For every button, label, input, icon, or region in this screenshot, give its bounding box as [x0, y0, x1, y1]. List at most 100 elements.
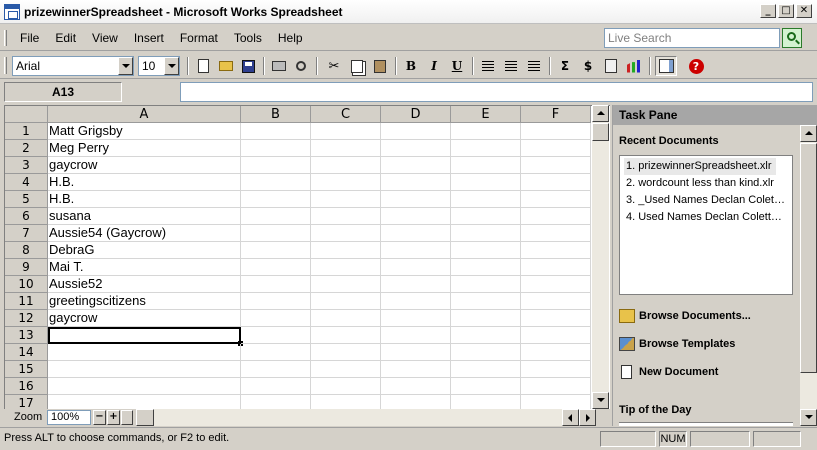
- menu-tools[interactable]: Tools: [226, 31, 270, 45]
- close-button[interactable]: ✕: [796, 4, 812, 18]
- bold-button[interactable]: B: [402, 57, 420, 75]
- table-cell[interactable]: [381, 157, 451, 174]
- underline-button[interactable]: U: [448, 57, 466, 75]
- horizontal-scroll-thumb[interactable]: [136, 409, 154, 426]
- works-spreadsheet-app-icon[interactable]: [4, 3, 20, 20]
- column-header-f[interactable]: F: [521, 106, 591, 123]
- row-header[interactable]: 10: [5, 276, 48, 293]
- table-cell[interactable]: gaycrow: [48, 157, 241, 174]
- browse-templates-link[interactable]: Browse Templates: [619, 337, 735, 351]
- table-cell[interactable]: [311, 378, 381, 395]
- row-header[interactable]: 12: [5, 310, 48, 327]
- recent-document-item[interactable]: 1. prizewinnerSpreadsheet.xlr: [624, 158, 776, 175]
- minimize-button[interactable]: _: [760, 4, 776, 18]
- cell-reference-box[interactable]: A13: [4, 82, 122, 102]
- font-size-select[interactable]: 10: [138, 56, 180, 76]
- table-cell[interactable]: [521, 310, 591, 327]
- easy-calc-button[interactable]: [602, 57, 620, 75]
- table-cell[interactable]: [311, 276, 381, 293]
- table-cell[interactable]: [381, 191, 451, 208]
- table-cell[interactable]: [521, 123, 591, 140]
- new-chart-button[interactable]: [625, 57, 643, 75]
- menu-help[interactable]: Help: [270, 31, 311, 45]
- table-cell[interactable]: [381, 225, 451, 242]
- table-cell[interactable]: [521, 242, 591, 259]
- table-cell[interactable]: [451, 344, 521, 361]
- table-cell[interactable]: [451, 174, 521, 191]
- copy-button[interactable]: [348, 57, 366, 75]
- table-cell[interactable]: [381, 140, 451, 157]
- table-cell[interactable]: [451, 208, 521, 225]
- active-cell[interactable]: [48, 327, 241, 344]
- zoom-spacer-button[interactable]: [121, 410, 133, 425]
- table-cell[interactable]: [241, 344, 311, 361]
- new-button[interactable]: [194, 57, 212, 75]
- table-cell[interactable]: [311, 174, 381, 191]
- table-cell[interactable]: [451, 259, 521, 276]
- menu-file[interactable]: File: [12, 31, 47, 45]
- table-cell[interactable]: [381, 378, 451, 395]
- table-cell[interactable]: [241, 310, 311, 327]
- select-all-corner[interactable]: [5, 106, 48, 123]
- table-cell[interactable]: [381, 242, 451, 259]
- row-header[interactable]: 5: [5, 191, 48, 208]
- menu-insert[interactable]: Insert: [126, 31, 172, 45]
- table-cell[interactable]: [521, 344, 591, 361]
- grid-vertical-scrollbar[interactable]: [592, 105, 609, 409]
- italic-button[interactable]: I: [425, 57, 443, 75]
- recent-document-item[interactable]: 2. wordcount less than kind.xlr: [624, 175, 788, 192]
- row-header[interactable]: 1: [5, 123, 48, 140]
- table-cell[interactable]: Aussie52: [48, 276, 241, 293]
- table-cell[interactable]: [311, 123, 381, 140]
- table-cell[interactable]: [521, 208, 591, 225]
- zoom-in-button[interactable]: +: [107, 410, 120, 425]
- table-cell[interactable]: [311, 327, 381, 344]
- table-cell[interactable]: [48, 344, 241, 361]
- scroll-down-button[interactable]: [592, 392, 609, 409]
- table-cell[interactable]: [311, 395, 381, 409]
- zoom-out-button[interactable]: −: [93, 410, 106, 425]
- table-cell[interactable]: [451, 191, 521, 208]
- table-cell[interactable]: [241, 276, 311, 293]
- toolbar-grip-handle[interactable]: [4, 57, 7, 74]
- table-cell[interactable]: [451, 378, 521, 395]
- search-button[interactable]: [782, 28, 802, 48]
- table-cell[interactable]: H.B.: [48, 191, 241, 208]
- scroll-left-button[interactable]: [562, 409, 579, 426]
- align-right-button[interactable]: [525, 57, 543, 75]
- scroll-up-button[interactable]: [800, 125, 817, 142]
- row-header[interactable]: 11: [5, 293, 48, 310]
- table-cell[interactable]: [521, 140, 591, 157]
- menu-edit[interactable]: Edit: [47, 31, 84, 45]
- table-cell[interactable]: [311, 293, 381, 310]
- font-name-select[interactable]: Arial: [12, 56, 134, 76]
- table-cell[interactable]: [451, 395, 521, 409]
- table-cell[interactable]: Aussie54 (Gaycrow): [48, 225, 241, 242]
- table-cell[interactable]: [241, 293, 311, 310]
- row-header[interactable]: 16: [5, 378, 48, 395]
- menu-view[interactable]: View: [84, 31, 126, 45]
- table-cell[interactable]: Matt Grigsby: [48, 123, 241, 140]
- table-cell[interactable]: [451, 361, 521, 378]
- table-cell[interactable]: [48, 395, 241, 409]
- table-cell[interactable]: [241, 157, 311, 174]
- table-cell[interactable]: [451, 140, 521, 157]
- column-header-b[interactable]: B: [241, 106, 311, 123]
- live-search-input[interactable]: Live Search: [604, 28, 780, 48]
- table-cell[interactable]: [521, 293, 591, 310]
- scroll-right-button[interactable]: [579, 409, 596, 426]
- table-cell[interactable]: [521, 327, 591, 344]
- save-button[interactable]: [239, 57, 257, 75]
- table-cell[interactable]: [381, 174, 451, 191]
- row-header[interactable]: 7: [5, 225, 48, 242]
- formula-input[interactable]: [180, 82, 813, 102]
- table-cell[interactable]: [311, 208, 381, 225]
- browse-documents-link[interactable]: Browse Documents...: [619, 309, 751, 323]
- table-cell[interactable]: [381, 123, 451, 140]
- table-cell[interactable]: Meg Perry: [48, 140, 241, 157]
- table-cell[interactable]: [311, 242, 381, 259]
- table-cell[interactable]: [451, 225, 521, 242]
- row-header[interactable]: 14: [5, 344, 48, 361]
- table-cell[interactable]: [241, 123, 311, 140]
- table-cell[interactable]: [311, 310, 381, 327]
